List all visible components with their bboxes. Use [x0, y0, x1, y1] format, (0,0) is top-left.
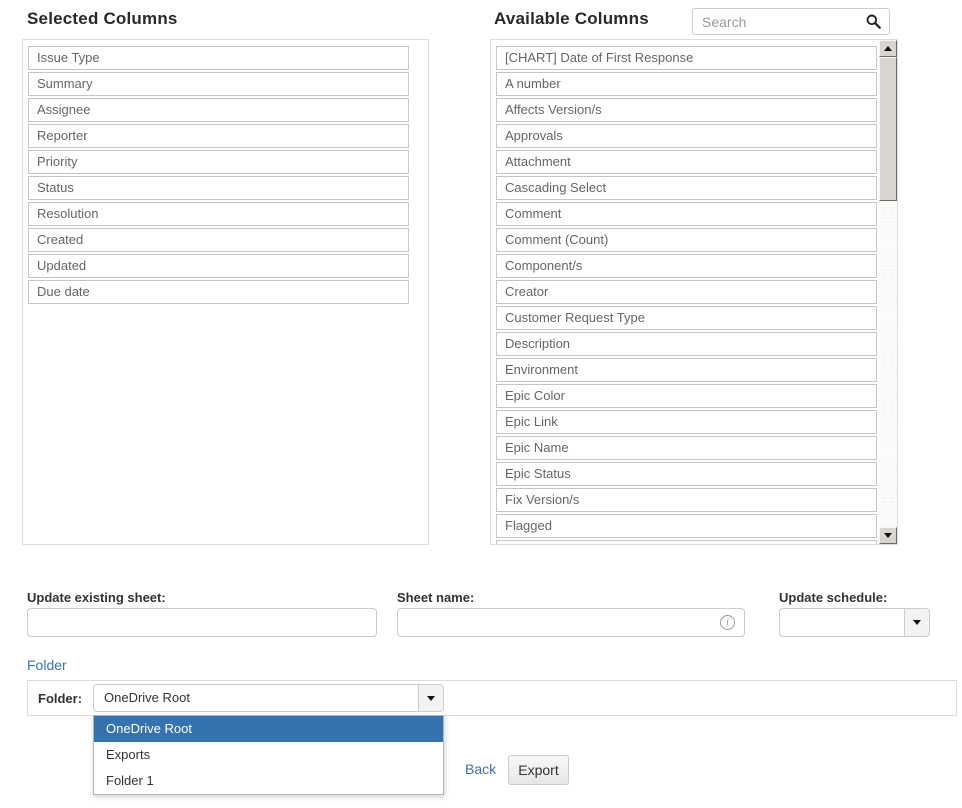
folder-panel: Folder: OneDrive Root: [27, 680, 957, 716]
caret-segment: [418, 685, 443, 711]
available-column-item[interactable]: Customer Request Type: [496, 306, 877, 330]
update-schedule-select[interactable]: [779, 608, 930, 637]
selected-column-item[interactable]: Created: [28, 228, 409, 252]
available-column-item[interactable]: Epic Color: [496, 384, 877, 408]
update-schedule-label: Update schedule:: [779, 590, 887, 605]
selected-column-item[interactable]: Reporter: [28, 124, 409, 148]
sheet-name-label: Sheet name:: [397, 590, 474, 605]
selected-columns-panel: Issue Type Summary Assignee Reporter Pri…: [22, 39, 429, 545]
selected-column-item[interactable]: Updated: [28, 254, 409, 278]
info-icon[interactable]: i: [720, 615, 735, 630]
selected-columns-heading: Selected Columns: [27, 9, 178, 29]
scrollbar-down-button[interactable]: [879, 527, 897, 544]
search-box: [692, 8, 890, 35]
folder-select-value: OneDrive Root: [94, 685, 443, 711]
available-column-item[interactable]: Epic Name: [496, 436, 877, 460]
triangle-down-icon: [884, 533, 892, 538]
sheet-name-input[interactable]: [397, 608, 745, 637]
triangle-up-icon: [884, 46, 892, 51]
folder-select[interactable]: OneDrive Root: [93, 684, 444, 712]
selected-column-item[interactable]: Resolution: [28, 202, 409, 226]
selected-column-item[interactable]: Priority: [28, 150, 409, 174]
available-column-item[interactable]: Flagged: [496, 514, 877, 538]
selected-column-item[interactable]: Status: [28, 176, 409, 200]
available-column-item[interactable]: Epic Status: [496, 462, 877, 486]
available-column-item[interactable]: Attachment: [496, 150, 877, 174]
caret-segment: [904, 609, 929, 636]
available-columns-panel: [CHART] Date of First Response A number …: [490, 39, 898, 545]
scrollbar-up-button[interactable]: [879, 40, 897, 57]
folder-section-link[interactable]: Folder: [27, 657, 67, 673]
available-column-item[interactable]: Creator: [496, 280, 877, 304]
available-column-item[interactable]: Approvals: [496, 124, 877, 148]
folder-dropdown-menu: OneDrive Root Exports Folder 1: [93, 715, 444, 795]
update-existing-sheet-input[interactable]: [27, 608, 377, 637]
available-columns-heading: Available Columns: [494, 9, 649, 29]
selected-column-item[interactable]: Due date: [28, 280, 409, 304]
selected-column-item[interactable]: Issue Type: [28, 46, 409, 70]
export-button[interactable]: Export: [508, 755, 569, 785]
folder-dropdown-option[interactable]: OneDrive Root: [94, 716, 443, 742]
folder-dropdown-option[interactable]: Folder 1: [94, 768, 443, 794]
back-link[interactable]: Back: [465, 761, 496, 777]
available-column-item[interactable]: Group Priorität: [496, 540, 877, 545]
chevron-down-icon: [427, 696, 435, 701]
scrollbar: [879, 40, 897, 544]
selected-column-item[interactable]: Summary: [28, 72, 409, 96]
search-input[interactable]: [693, 9, 889, 34]
available-column-item[interactable]: [CHART] Date of First Response: [496, 46, 877, 70]
available-column-item[interactable]: Comment: [496, 202, 877, 226]
available-column-item[interactable]: A number: [496, 72, 877, 96]
available-column-item[interactable]: Comment (Count): [496, 228, 877, 252]
available-column-item[interactable]: Affects Version/s: [496, 98, 877, 122]
scrollbar-thumb[interactable]: [879, 57, 897, 201]
export-config-page: Selected Columns Issue Type Summary Assi…: [0, 0, 962, 808]
available-column-item[interactable]: Fix Version/s: [496, 488, 877, 512]
available-column-item[interactable]: Description: [496, 332, 877, 356]
selected-column-item[interactable]: Assignee: [28, 98, 409, 122]
search-icon[interactable]: [866, 14, 881, 29]
chevron-down-icon: [913, 620, 921, 625]
folder-field-label: Folder:: [38, 691, 82, 706]
available-column-item[interactable]: Environment: [496, 358, 877, 382]
folder-dropdown-option[interactable]: Exports: [94, 742, 443, 768]
available-column-item[interactable]: Cascading Select: [496, 176, 877, 200]
available-column-item[interactable]: Component/s: [496, 254, 877, 278]
update-existing-sheet-label: Update existing sheet:: [27, 590, 166, 605]
available-column-item[interactable]: Epic Link: [496, 410, 877, 434]
